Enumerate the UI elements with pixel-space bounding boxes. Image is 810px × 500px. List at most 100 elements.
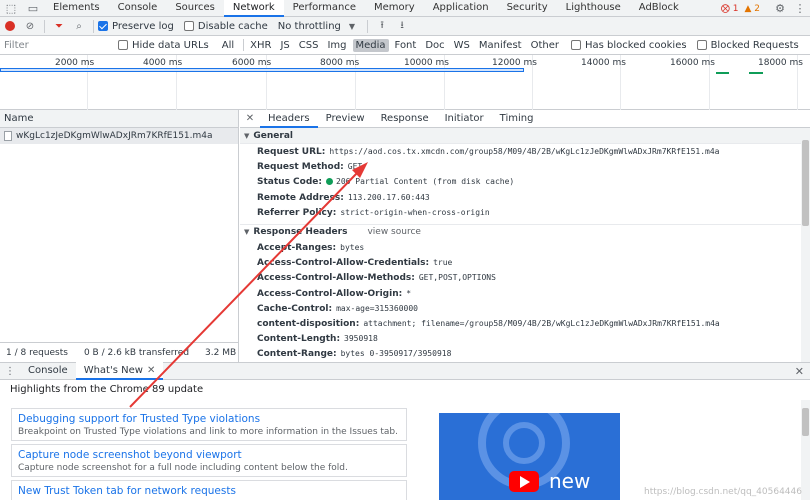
- header-value: bytes 0-3950917/3950918: [340, 349, 452, 359]
- header-key: Access-Control-Allow-Origin:: [257, 288, 403, 299]
- import-har-icon[interactable]: ⭱: [372, 17, 392, 36]
- tab-lighthouse[interactable]: Lighthouse: [557, 0, 630, 17]
- tab-timing[interactable]: Timing: [492, 110, 542, 128]
- throttling-value: No throttling: [277, 20, 341, 32]
- request-row[interactable]: wKgLc1zJeDKgmWlwADxJRm7KRfE151.m4a: [0, 128, 238, 144]
- gear-icon[interactable]: ⚙: [770, 0, 790, 17]
- more-options-icon[interactable]: ⋮: [790, 0, 810, 17]
- close-drawer-icon[interactable]: ✕: [795, 365, 804, 378]
- view-source-link[interactable]: view source: [367, 224, 420, 240]
- tab-initiator[interactable]: Initiator: [437, 110, 492, 128]
- clear-icon[interactable]: ⊘: [20, 17, 40, 36]
- drawer-tab-console[interactable]: Console: [20, 362, 76, 380]
- filter-type-all[interactable]: All: [219, 39, 237, 52]
- tab-application[interactable]: Application: [424, 0, 498, 17]
- error-badge[interactable]: ⨂ 1: [721, 4, 739, 14]
- tab-memory[interactable]: Memory: [365, 0, 424, 17]
- feature-card[interactable]: Debugging support for Trusted Type viola…: [11, 408, 407, 441]
- record-button[interactable]: [0, 17, 20, 36]
- header-row: Request Method: GET: [240, 159, 810, 174]
- video-caption: new: [549, 469, 591, 493]
- header-row: Access-Control-Allow-Credentials: true: [240, 255, 810, 270]
- drawer-tab-whats-new[interactable]: What's New ✕: [75, 362, 164, 380]
- hide-data-urls-checkbox[interactable]: Hide data URLs: [118, 40, 209, 51]
- throttling-select[interactable]: No throttling ▼: [278, 21, 355, 32]
- has-blocked-cookies-checkbox[interactable]: Has blocked cookies: [571, 40, 687, 51]
- header-row: Referrer Policy: strict-origin-when-cross…: [240, 205, 810, 220]
- search-icon[interactable]: ⌕: [69, 17, 89, 36]
- drawer-scrollbar[interactable]: [801, 400, 810, 500]
- filter-type-xhr[interactable]: XHR: [247, 39, 274, 52]
- triangle-down-icon: ▼: [244, 228, 250, 237]
- close-icon[interactable]: ✕: [147, 365, 155, 376]
- topbar-right: ⨂ 1 ▲ 2 ⚙ ⋮: [721, 0, 810, 17]
- tab-elements[interactable]: Elements: [44, 0, 109, 17]
- inspect-element-icon[interactable]: ⬚: [0, 0, 22, 17]
- tab-sources[interactable]: Sources: [166, 0, 224, 17]
- video-thumbnail[interactable]: new: [439, 413, 620, 500]
- device-toolbar-icon[interactable]: ▭: [22, 0, 44, 17]
- timeline-tick: 14000 ms: [581, 58, 626, 68]
- drawer-menu-icon[interactable]: ⋮: [0, 366, 20, 377]
- export-har-icon[interactable]: ⭳: [392, 17, 412, 36]
- tab-security[interactable]: Security: [498, 0, 557, 17]
- filter-input[interactable]: Filter: [2, 38, 118, 53]
- details-scrollbar[interactable]: [801, 128, 810, 362]
- filter-type-media[interactable]: Media: [352, 38, 389, 52]
- header-value: GET: [347, 162, 363, 172]
- timeline-tick: 10000 ms: [404, 58, 449, 68]
- feature-card[interactable]: Capture node screenshot beyond viewport …: [11, 444, 407, 477]
- disable-cache-checkbox[interactable]: Disable cache: [183, 20, 268, 32]
- tab-performance[interactable]: Performance: [284, 0, 365, 17]
- preserve-log-checkbox[interactable]: Preserve log: [98, 21, 174, 32]
- timeline-tick: 6000 ms: [232, 58, 272, 68]
- filter-type-css[interactable]: CSS: [296, 39, 322, 52]
- feature-card-title[interactable]: Capture node screenshot beyond viewport: [18, 448, 400, 462]
- header-key: Access-Control-Allow-Credentials:: [257, 258, 430, 269]
- whats-new-panel: Highlights from the Chrome 89 update Deb…: [0, 380, 810, 500]
- feature-card[interactable]: New Trust Token tab for network requests: [11, 480, 407, 500]
- timeline-tick: 12000 ms: [492, 58, 537, 68]
- response-headers-title: Response Headers: [253, 227, 348, 238]
- filter-divider: [243, 39, 245, 51]
- tab-response[interactable]: Response: [373, 110, 437, 128]
- feature-card-title[interactable]: New Trust Token tab for network requests: [18, 484, 400, 498]
- timeline-overview[interactable]: 2000 ms 4000 ms 6000 ms 8000 ms 10000 ms…: [0, 55, 810, 110]
- scrollbar-thumb[interactable]: [802, 140, 809, 226]
- chevron-down-icon: ▼: [348, 21, 356, 31]
- filter-type-js[interactable]: JS: [277, 39, 292, 52]
- checkbox-checked-icon: [98, 21, 108, 31]
- blocked-requests-checkbox[interactable]: Blocked Requests: [696, 40, 799, 51]
- filter-type-manifest[interactable]: Manifest: [476, 39, 525, 52]
- timeline-progress-bar: [0, 68, 524, 72]
- header-row: content-disposition: attachment; filename…: [240, 316, 810, 331]
- filter-type-ws[interactable]: WS: [451, 39, 473, 52]
- response-headers-section-header[interactable]: ▼ Response Headers view source: [240, 223, 810, 240]
- error-count: 1: [732, 3, 739, 14]
- filter-icon[interactable]: ⏷: [49, 17, 69, 36]
- timeline-green-mark: [716, 72, 729, 74]
- header-value: max-age=315360000: [336, 303, 418, 313]
- checkbox-icon: [183, 21, 194, 31]
- tab-adblock[interactable]: AdBlock: [630, 0, 688, 17]
- feature-card-title[interactable]: Debugging support for Trusted Type viola…: [18, 412, 400, 426]
- filter-type-other[interactable]: Other: [528, 39, 562, 52]
- name-column-header[interactable]: Name: [0, 110, 238, 128]
- tab-preview[interactable]: Preview: [318, 110, 373, 128]
- transferred-size: 0 B / 2.6 kB transferred: [83, 347, 190, 358]
- filter-type-doc[interactable]: Doc: [422, 39, 447, 52]
- filter-type-font[interactable]: Font: [392, 39, 420, 52]
- youtube-play-icon[interactable]: [509, 471, 539, 492]
- tab-console[interactable]: Console: [109, 0, 167, 17]
- tab-headers[interactable]: Headers: [260, 110, 318, 128]
- warning-badge[interactable]: ▲ 2: [744, 4, 760, 14]
- timeline-tick: 18000 ms: [758, 58, 803, 68]
- tab-network[interactable]: Network: [223, 0, 284, 17]
- general-section-header[interactable]: ▼ General: [240, 128, 810, 144]
- disable-cache-label: Disable cache: [197, 20, 268, 32]
- header-value: 206 Partial Content (from disk cache): [336, 177, 515, 187]
- header-value: https://aod.cos.tx.xmcdn.com/group58/M09…: [329, 147, 720, 156]
- scrollbar-thumb[interactable]: [802, 408, 809, 436]
- filter-type-img[interactable]: Img: [324, 39, 349, 52]
- close-icon[interactable]: ✕: [240, 113, 260, 124]
